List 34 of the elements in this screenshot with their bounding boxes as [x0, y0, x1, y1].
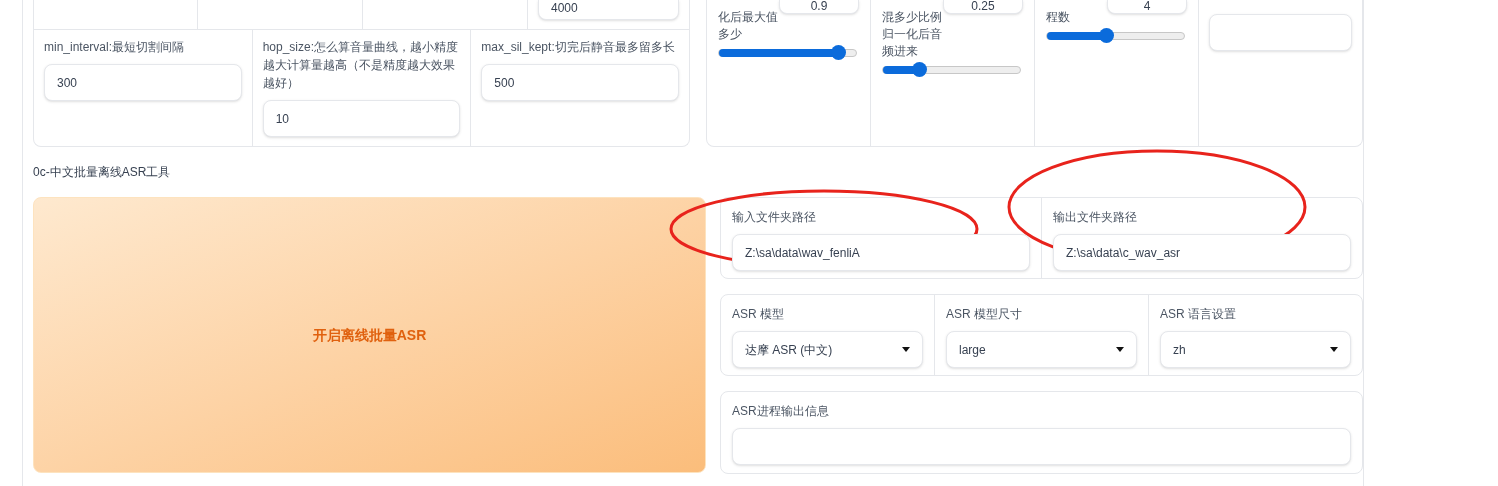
slider-label: 化后最大值多少: [718, 9, 778, 43]
number-field[interactable]: 4: [1107, 0, 1187, 14]
number-field[interactable]: 0.25: [943, 0, 1023, 14]
field-label: 输出文件夹路径: [1053, 209, 1138, 226]
slider-handle[interactable]: [831, 45, 847, 60]
field-label: ASR 模型尺寸: [946, 306, 1023, 323]
caret-icon: [1116, 347, 1124, 352]
field-label: ASR进程输出信息: [732, 403, 830, 420]
slider-label: 程数: [1046, 9, 1071, 26]
dropdown[interactable]: 达摩 ASR (中文): [732, 331, 923, 368]
number-field[interactable]: 10: [262, 100, 461, 137]
dropdown-value: zh: [1173, 341, 1186, 359]
dropdown[interactable]: zh: [1160, 331, 1351, 368]
field-label: min_interval:最短切割间隔: [44, 39, 186, 56]
field-label: ASR 模型: [732, 306, 785, 323]
caret-icon: [902, 347, 910, 352]
dropdown[interactable]: large: [946, 331, 1137, 368]
caret-icon: [1330, 347, 1338, 352]
number-field[interactable]: 300: [44, 64, 242, 101]
path-field[interactable]: Z:\sa\data\c_wav_asr: [1053, 234, 1351, 271]
field-label: ASR 语言设置: [1160, 306, 1237, 323]
number-field[interactable]: 0.9: [779, 0, 859, 14]
slider-handle[interactable]: [911, 62, 927, 77]
number-field[interactable]: 4000: [538, 0, 679, 20]
path-field[interactable]: Z:\sa\data\wav_fenliA: [732, 234, 1030, 271]
dropdown-value: large: [959, 341, 986, 359]
section-title: 0c-中文批量离线ASR工具: [33, 164, 172, 181]
field-label: 输入文件夹路径: [732, 209, 817, 226]
slider-label: 混多少比例归一化后音频进来: [882, 9, 942, 60]
number-field[interactable]: 500: [481, 64, 679, 101]
dropdown-value: 达摩 ASR (中文): [745, 341, 833, 359]
field-label: hop_size:怎么算音量曲线，越小精度越大计算量越高（不是精度越大效果越好）: [262, 39, 460, 92]
field-label: max_sil_kept:切完后静音最多留多长: [481, 39, 676, 56]
slider-handle[interactable]: [1098, 28, 1114, 43]
